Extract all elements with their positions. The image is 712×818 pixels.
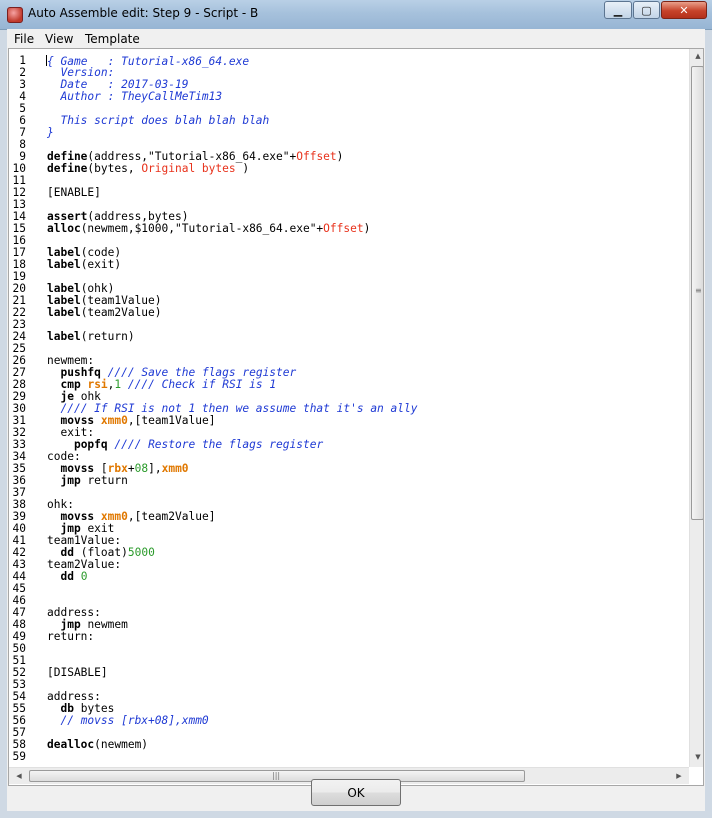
- code-token: (team2Value): [80, 306, 162, 319]
- code-text: return:: [47, 631, 94, 643]
- code-text: This script does blah blah blah: [47, 115, 269, 127]
- code-text: alloc(newmem,$1000,"Tutorial-x86_64.exe"…: [47, 223, 370, 235]
- code-token: (newmem,$1000,"Tutorial-x86_64.exe"+: [80, 222, 324, 235]
- code-text: jmp return: [47, 474, 128, 487]
- scroll-left-icon[interactable]: ◀: [12, 772, 26, 780]
- line-number: 59: [12, 750, 26, 763]
- vertical-scrollbar[interactable]: ▲ ≡ ▼: [689, 49, 703, 767]
- code-token: label: [47, 258, 81, 271]
- code-token: (exit): [80, 258, 122, 271]
- code-text: dd 0: [47, 571, 87, 583]
- code-token: (newmem): [94, 738, 149, 751]
- code-token: [DISABLE]: [47, 666, 108, 679]
- code-token: +: [127, 462, 135, 475]
- close-icon: ✕: [679, 4, 689, 17]
- code-token: ): [336, 150, 344, 163]
- menu-bar: File View Template: [7, 29, 705, 48]
- code-token: (bytes,: [87, 162, 142, 175]
- code-text: [DISABLE]: [47, 667, 108, 679]
- code-token: 0: [80, 570, 88, 583]
- code-line[interactable]: 59: [9, 751, 26, 763]
- window-client: File View Template 1{ Game : Tutorial-x8…: [7, 29, 705, 811]
- maximize-button[interactable]: ▢: [633, 1, 660, 19]
- code-editor[interactable]: 1{ Game : Tutorial-x86_64.exe 2 Version: 3…: [8, 48, 704, 786]
- code-token: ,[team1Value]: [127, 414, 216, 427]
- code-text: [ENABLE]: [47, 187, 101, 199]
- minimize-icon: ▁: [613, 4, 623, 17]
- code-token: 5000: [127, 546, 155, 559]
- close-button[interactable]: ✕: [661, 1, 707, 19]
- code-text: Author : TheyCallMeTim13: [47, 91, 222, 103]
- scroll-down-icon[interactable]: ▼: [691, 753, 703, 761]
- code-token: // movss [rbx+08],xmm0: [60, 714, 209, 727]
- code-text: popfq //// Restore the flags register: [47, 439, 323, 451]
- grip-icon: |||: [272, 771, 281, 780]
- code-lines: 1{ Game : Tutorial-x86_64.exe 2 Version: 3…: [9, 55, 418, 763]
- window-title: Auto Assemble edit: Step 9 - Script - B: [28, 6, 259, 20]
- code-token: Offset: [323, 222, 364, 235]
- code-token: Original bytes: [141, 162, 236, 175]
- code-token: label: [47, 330, 81, 343]
- code-token: xmm0: [100, 414, 128, 427]
- app-icon: [7, 7, 23, 23]
- maximize-icon: ▢: [641, 4, 652, 17]
- code-text: dealloc(newmem): [47, 739, 148, 751]
- code-token: xmm0: [161, 462, 189, 475]
- code-token: }: [47, 126, 54, 139]
- code-token: dd: [60, 570, 74, 583]
- code-token: ,[team2Value]: [127, 510, 216, 523]
- scroll-up-icon[interactable]: ▲: [691, 52, 703, 60]
- code-token: //// Restore the flags register: [114, 438, 324, 451]
- code-token: 08: [134, 462, 149, 475]
- menu-view[interactable]: View: [45, 32, 73, 46]
- code-token: return:: [47, 630, 95, 643]
- grip-icon: ≡: [695, 286, 702, 295]
- code-token: label: [47, 306, 81, 319]
- menu-file[interactable]: File: [14, 32, 34, 46]
- code-token: Offset: [296, 150, 337, 163]
- code-token: return: [80, 474, 128, 487]
- code-text: label(return): [47, 331, 135, 343]
- code-text: }: [47, 127, 54, 139]
- vertical-scroll-thumb[interactable]: ≡: [691, 66, 703, 520]
- code-token: define: [47, 162, 88, 175]
- code-token: ): [363, 222, 371, 235]
- code-token: alloc: [47, 222, 81, 235]
- menu-template[interactable]: Template: [85, 32, 140, 46]
- code-token: (return): [80, 330, 135, 343]
- code-text: // movss [rbx+08],xmm0: [47, 714, 209, 727]
- code-text: label(exit): [47, 259, 121, 271]
- code-token: //// Check if RSI is 1: [127, 378, 277, 391]
- title-bar: Auto Assemble edit: Step 9 - Script - B …: [0, 0, 712, 30]
- code-token: ): [235, 162, 250, 175]
- minimize-button[interactable]: ▁: [604, 1, 632, 19]
- code-text: define(bytes, Original bytes ): [47, 163, 249, 175]
- code-token: jmp: [60, 474, 81, 487]
- code-token: Author : TheyCallMeTim13: [47, 90, 223, 103]
- code-token: dealloc: [47, 738, 95, 751]
- code-token: ],: [148, 462, 162, 475]
- code-token: This script does blah blah blah: [47, 114, 270, 127]
- ok-button[interactable]: OK: [311, 779, 401, 806]
- scroll-right-icon[interactable]: ▶: [672, 772, 686, 780]
- code-token: [ENABLE]: [47, 186, 101, 199]
- horizontal-scroll-thumb[interactable]: |||: [29, 770, 525, 782]
- code-text: label(team2Value): [47, 307, 162, 319]
